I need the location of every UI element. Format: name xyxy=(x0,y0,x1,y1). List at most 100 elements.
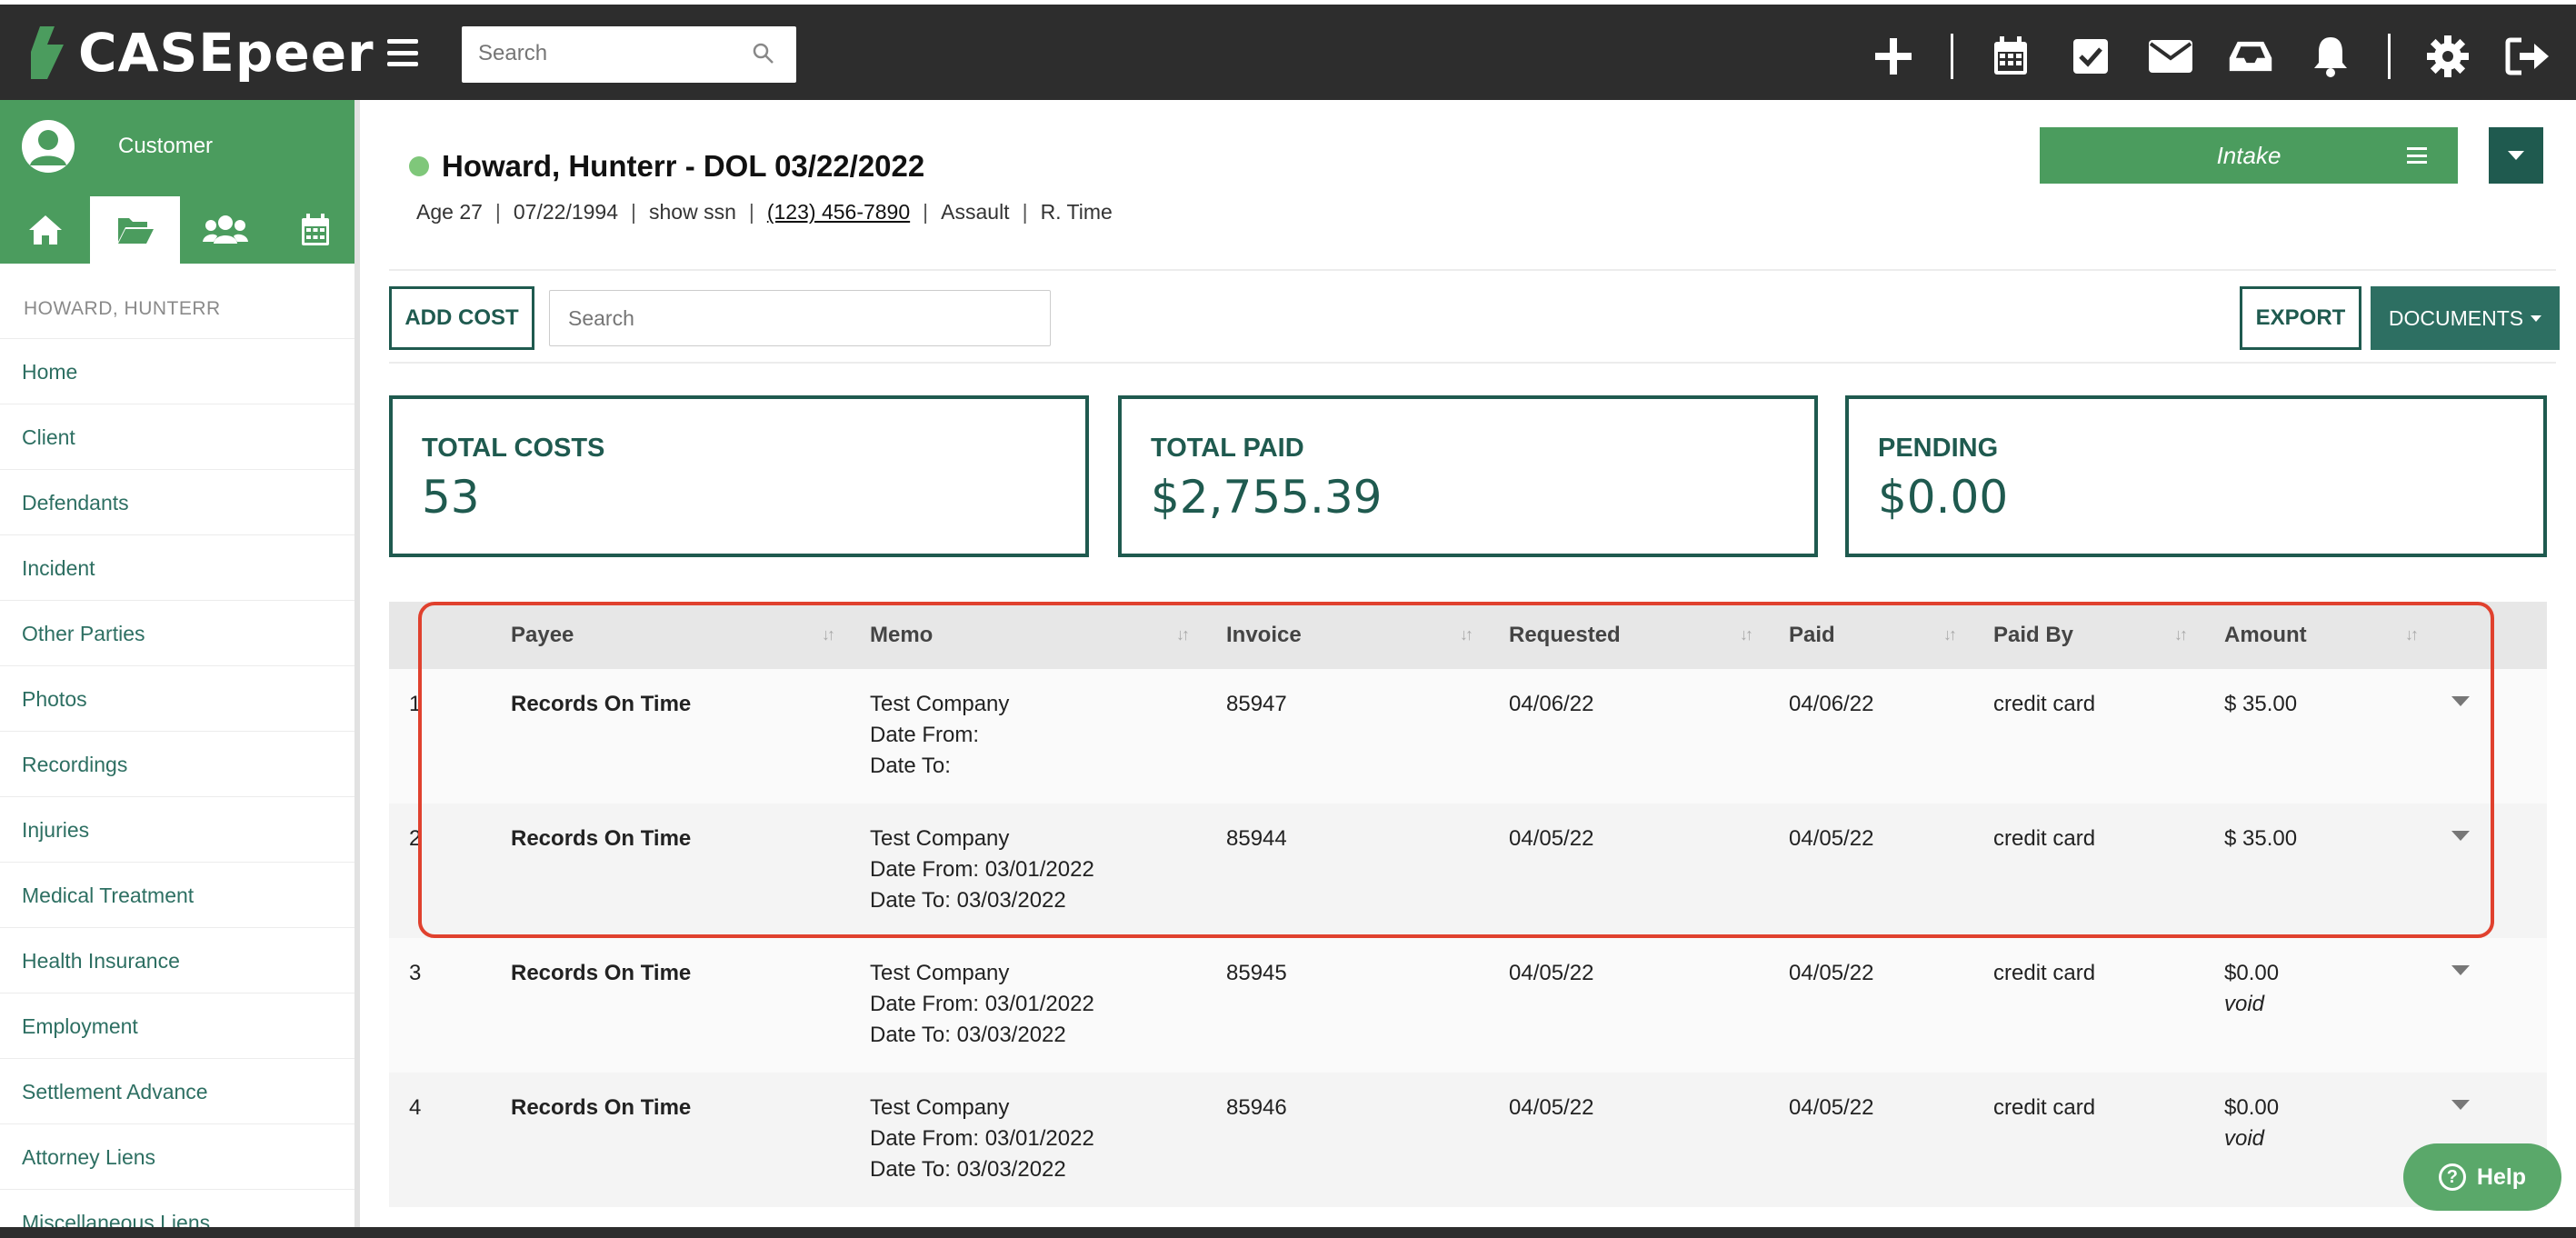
sort-icon[interactable]: ↓↑ xyxy=(1176,625,1190,644)
table-row[interactable]: 2 Records On Time Test Company Date From… xyxy=(389,804,2547,938)
mail-icon[interactable] xyxy=(2148,34,2193,79)
case-meta: Age 27 | 07/22/1994 | show ssn | (123) 4… xyxy=(416,200,1113,225)
sidebar-header: Customer xyxy=(0,100,354,264)
casepeer-logo[interactable]: CASEpeer xyxy=(27,21,374,85)
list-icon xyxy=(2407,147,2427,164)
sidebar-item-medical-treatment[interactable]: Medical Treatment xyxy=(0,862,354,927)
memo-cell: Test Company Date From: 03/01/2022 Date … xyxy=(870,1095,1094,1182)
documents-dropdown-button[interactable]: DOCUMENTS xyxy=(2371,286,2560,350)
chevron-down-icon xyxy=(2508,151,2524,160)
sort-icon[interactable]: ↓↑ xyxy=(822,625,835,644)
sort-icon[interactable]: ↓↑ xyxy=(1740,625,1753,644)
users-icon xyxy=(202,215,248,244)
export-button[interactable]: EXPORT xyxy=(2240,286,2361,350)
row-number: 4 xyxy=(409,1095,422,1120)
paid-cell: 04/05/22 xyxy=(1789,826,1874,851)
sort-icon[interactable]: ↓↑ xyxy=(2405,625,2419,644)
table-row[interactable]: 1 Records On Time Test Company Date From… xyxy=(389,669,2547,804)
tab-contacts[interactable] xyxy=(180,196,270,264)
tab-calendar[interactable] xyxy=(270,196,360,264)
calendar-icon xyxy=(301,214,329,245)
help-label: Help xyxy=(2476,1163,2527,1190)
client-phone-link[interactable]: (123) 456-7890 xyxy=(767,200,910,225)
add-cost-button[interactable]: ADD COST xyxy=(389,286,534,350)
row-actions-chevron-down-icon[interactable] xyxy=(2451,1100,2470,1110)
global-search-input[interactable] xyxy=(462,26,734,81)
sidebar-item-photos[interactable]: Photos xyxy=(0,665,354,731)
row-actions-chevron-down-icon[interactable] xyxy=(2451,831,2470,841)
case-stage-button[interactable]: Intake xyxy=(2040,127,2458,184)
pending-card: PENDING $0.00 xyxy=(1845,395,2547,557)
table-header: Payee ↓↑ Memo ↓↑ Invoice ↓↑ Requested ↓↑… xyxy=(389,602,2547,669)
sidebar-item-other-parties[interactable]: Other Parties xyxy=(0,600,354,665)
total-costs-card: TOTAL COSTS 53 xyxy=(389,395,1089,557)
memo-cell: Test Company Date From: 03/01/2022 Date … xyxy=(870,961,1094,1047)
amount-cell: $ 35.00 xyxy=(2224,826,2298,851)
user-profile[interactable]: Customer xyxy=(22,120,213,173)
checkbox-icon[interactable] xyxy=(2068,34,2113,79)
question-icon: ? xyxy=(2438,1163,2466,1191)
column-header-invoice[interactable]: Invoice xyxy=(1226,602,1302,669)
divider xyxy=(389,362,2556,364)
inbox-icon[interactable] xyxy=(2228,34,2273,79)
sidebar-tabs xyxy=(0,196,360,264)
column-header-requested[interactable]: Requested xyxy=(1509,602,1621,669)
show-ssn-link[interactable]: show ssn xyxy=(649,200,736,225)
logout-icon[interactable] xyxy=(2505,34,2551,79)
total-costs-value: 53 xyxy=(422,471,480,524)
sidebar-item-injuries[interactable]: Injuries xyxy=(0,796,354,862)
row-actions-chevron-down-icon[interactable] xyxy=(2451,696,2470,706)
sidebar-item-employment[interactable]: Employment xyxy=(0,993,354,1058)
sidebar-nav: Home Client Defendants Incident Other Pa… xyxy=(0,338,354,1238)
sort-icon[interactable]: ↓↑ xyxy=(1943,625,1957,644)
sort-icon[interactable]: ↓↑ xyxy=(2174,625,2188,644)
plus-icon[interactable] xyxy=(1871,34,1916,79)
client-dob: 07/22/1994 xyxy=(513,200,619,224)
memo-cell: Test Company Date From: Date To: xyxy=(870,692,1010,778)
row-actions-chevron-down-icon[interactable] xyxy=(2451,965,2470,975)
help-button[interactable]: ? Help xyxy=(2403,1143,2561,1211)
column-header-payee[interactable]: Payee xyxy=(511,602,574,669)
total-paid-value: $2,755.39 xyxy=(1151,471,1383,524)
menu-toggle-icon[interactable] xyxy=(387,39,418,66)
case-stage-label: Intake xyxy=(2216,141,2281,169)
tab-case-files[interactable] xyxy=(90,196,180,264)
column-header-paid[interactable]: Paid xyxy=(1789,602,1835,669)
pending-label: PENDING xyxy=(1878,434,1999,463)
sidebar-item-defendants[interactable]: Defendants xyxy=(0,469,354,534)
table-row[interactable]: 4 Records On Time Test Company Date From… xyxy=(389,1073,2547,1207)
gear-icon[interactable] xyxy=(2425,34,2471,79)
payee-cell: Records On Time xyxy=(511,692,692,716)
column-header-paid-by[interactable]: Paid By xyxy=(1993,602,2073,669)
assigned-attorney: R. Time xyxy=(1040,200,1113,224)
search-icon[interactable] xyxy=(753,43,774,69)
stage-dropdown-button[interactable] xyxy=(2489,127,2543,184)
sidebar-item-health-insurance[interactable]: Health Insurance xyxy=(0,927,354,993)
table-row[interactable]: 3 Records On Time Test Company Date From… xyxy=(389,938,2547,1073)
case-header: Howard, Hunterr - DOL 03/22/2022 xyxy=(409,149,924,184)
requested-cell: 04/05/22 xyxy=(1509,1095,1594,1120)
sidebar-item-attorney-liens[interactable]: Attorney Liens xyxy=(0,1123,354,1189)
tab-home[interactable] xyxy=(0,196,90,264)
sort-icon[interactable]: ↓↑ xyxy=(1460,625,1473,644)
sidebar-item-incident[interactable]: Incident xyxy=(0,534,354,600)
global-search xyxy=(462,26,796,83)
sidebar-item-settlement-advance[interactable]: Settlement Advance xyxy=(0,1058,354,1123)
sidebar-item-recordings[interactable]: Recordings xyxy=(0,731,354,796)
home-icon xyxy=(28,215,62,245)
amount-cell: $0.00 void xyxy=(2224,958,2279,1020)
avatar-icon xyxy=(22,120,75,173)
case-status-indicator xyxy=(409,156,429,176)
cost-search-input[interactable] xyxy=(549,290,1051,346)
sidebar-item-home[interactable]: Home xyxy=(0,338,354,404)
column-header-memo[interactable]: Memo xyxy=(870,602,933,669)
bell-icon[interactable] xyxy=(2308,34,2353,79)
divider xyxy=(389,269,2556,271)
documents-label: DOCUMENTS xyxy=(2388,305,2524,330)
chevron-down-icon xyxy=(2531,314,2542,322)
calendar-icon[interactable] xyxy=(1988,34,2033,79)
sidebar-item-client[interactable]: Client xyxy=(0,404,354,469)
column-header-amount[interactable]: Amount xyxy=(2224,602,2307,669)
void-label: void xyxy=(2224,992,2265,1016)
paid-by-cell: credit card xyxy=(1993,826,2096,851)
